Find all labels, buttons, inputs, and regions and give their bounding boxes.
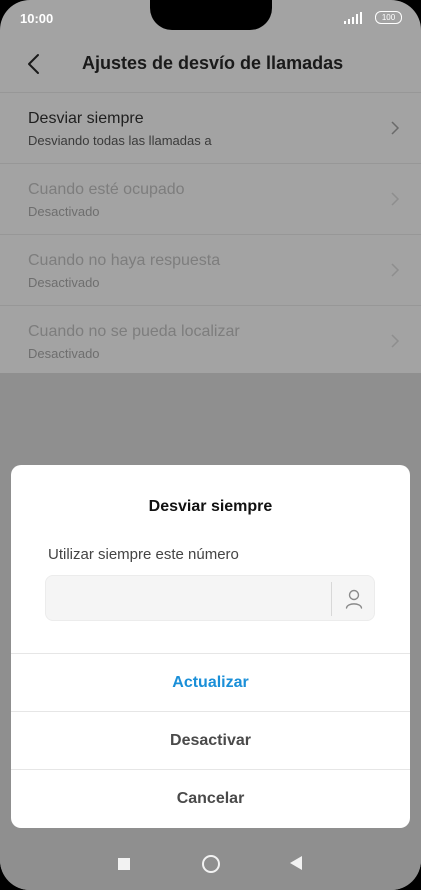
- nav-back-icon[interactable]: [289, 855, 303, 871]
- chevron-right-icon: [391, 334, 400, 348]
- list-item-title: Cuando no haya respuesta: [28, 252, 221, 269]
- list-item-when-busy[interactable]: Cuando esté ocupado Desactivado: [0, 164, 421, 235]
- home-icon[interactable]: [201, 854, 221, 874]
- list-item-subtitle: Desactivado: [28, 275, 100, 290]
- chevron-right-icon: [391, 121, 400, 135]
- list-item-subtitle: Desactivado: [28, 204, 100, 219]
- camera-notch: [150, 0, 272, 30]
- battery-icon: 100: [375, 11, 402, 24]
- chevron-right-icon: [391, 263, 400, 277]
- list-item-always-forward[interactable]: Desviar siempre Desviando todas las llam…: [0, 92, 421, 164]
- forwarding-options-list: Desviar siempre Desviando todas las llam…: [0, 92, 421, 377]
- list-item-title: Desviar siempre: [28, 110, 144, 127]
- back-arrow-icon[interactable]: [24, 52, 44, 76]
- status-bar: 10:00 100: [0, 0, 421, 36]
- page-title: Ajustes de desvío de llamadas: [82, 53, 344, 73]
- dialog-title: Desviar siempre: [148, 498, 273, 515]
- signal-icon: [344, 12, 362, 24]
- list-item-title: Cuando esté ocupado: [28, 181, 185, 198]
- list-item-subtitle: Desviando todas las llamadas a: [28, 133, 212, 148]
- battery-level: 100: [381, 13, 396, 22]
- recents-icon[interactable]: [118, 858, 130, 870]
- status-time: 10:00: [20, 11, 54, 26]
- deactivate-button[interactable]: Desactivar: [11, 711, 410, 769]
- forward-dialog: Desviar siempre Utilizar siempre este nú…: [11, 465, 410, 828]
- list-item-unreachable[interactable]: Cuando no se pueda localizar Desactivado: [0, 306, 421, 377]
- app-header: Ajustes de desvío de llamadas: [0, 36, 421, 92]
- contact-picker-icon[interactable]: [344, 588, 364, 610]
- number-field-label: Utilizar siempre este número: [48, 546, 239, 563]
- list-item-no-answer[interactable]: Cuando no haya respuesta Desactivado: [0, 235, 421, 306]
- number-field: [45, 575, 375, 621]
- list-item-subtitle: Desactivado: [28, 346, 100, 361]
- navigation-bar: [0, 838, 421, 890]
- phone-number-input[interactable]: [46, 576, 331, 620]
- chevron-right-icon: [391, 192, 400, 206]
- phone-screen: 10:00 100 Ajustes de desvío de llamadas …: [0, 0, 421, 890]
- update-button[interactable]: Actualizar: [11, 653, 410, 711]
- cancel-button[interactable]: Cancelar: [11, 769, 410, 827]
- list-item-title: Cuando no se pueda localizar: [28, 323, 240, 340]
- field-divider: [331, 582, 332, 616]
